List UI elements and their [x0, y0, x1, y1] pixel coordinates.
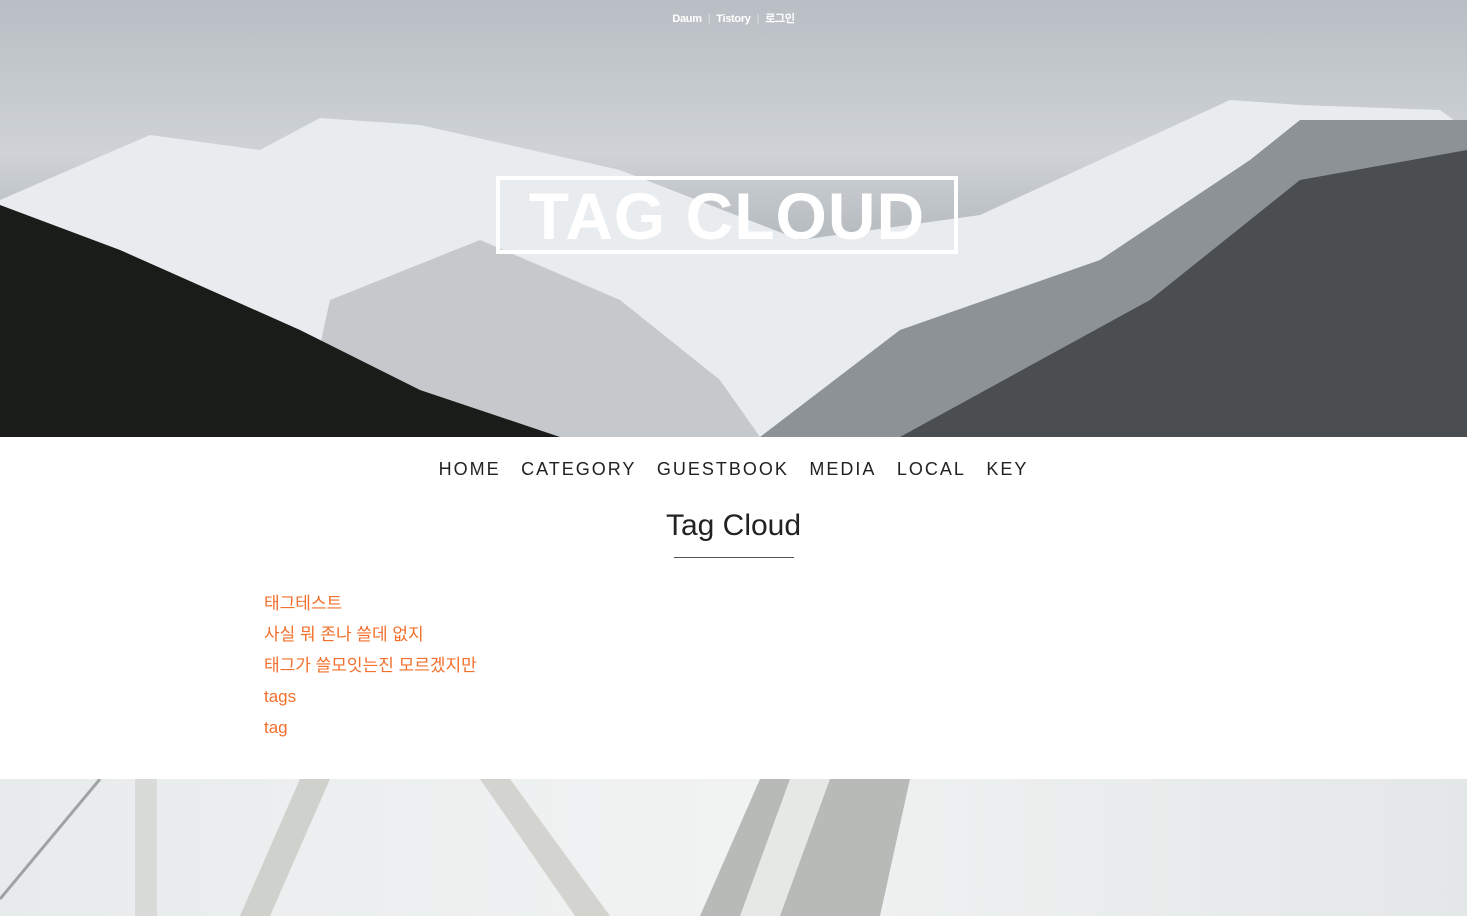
menu-home[interactable]: HOME — [439, 459, 501, 479]
tag-link[interactable]: tag — [264, 712, 1467, 743]
tag-link[interactable]: 태그가 쓸모잇는진 모르겠지만 — [264, 650, 1467, 681]
blog-title-box[interactable]: TAG CLOUD — [496, 176, 958, 254]
tag-list: 태그테스트 사실 뭐 존나 쓸데 없지 태그가 쓸모잇는진 모르겠지만 tags… — [264, 588, 1467, 743]
header-hero: Daum | Tistory | 로그인 TAG CLOUD — [0, 0, 1467, 437]
tistory-link[interactable]: Tistory — [716, 13, 751, 25]
menu-local[interactable]: LOCAL — [897, 459, 966, 479]
menu-media[interactable]: MEDIA — [809, 459, 876, 479]
main-menu: HOME CATEGORY GUESTBOOK MEDIA LOCAL KEY — [0, 459, 1467, 489]
tag-link[interactable]: tags — [264, 681, 1467, 712]
menu-guestbook[interactable]: GUESTBOOK — [657, 459, 789, 479]
login-link[interactable]: 로그인 — [765, 13, 795, 25]
footer-background-image — [0, 779, 1467, 916]
blog-title[interactable]: TAG CLOUD — [529, 179, 925, 253]
menu-key[interactable]: KEY — [986, 459, 1028, 479]
top-nav: Daum | Tistory | 로그인 — [0, 10, 1467, 26]
daum-link[interactable]: Daum — [672, 13, 702, 25]
tag-link[interactable]: 태그테스트 — [264, 588, 1467, 619]
title-divider — [673, 557, 794, 558]
tag-link[interactable]: 사실 뭐 존나 쓸데 없지 — [264, 619, 1467, 650]
separator: | — [756, 13, 760, 25]
separator: | — [707, 13, 711, 25]
page-title: Tag Cloud — [665, 509, 802, 542]
menu-category[interactable]: CATEGORY — [521, 459, 636, 479]
